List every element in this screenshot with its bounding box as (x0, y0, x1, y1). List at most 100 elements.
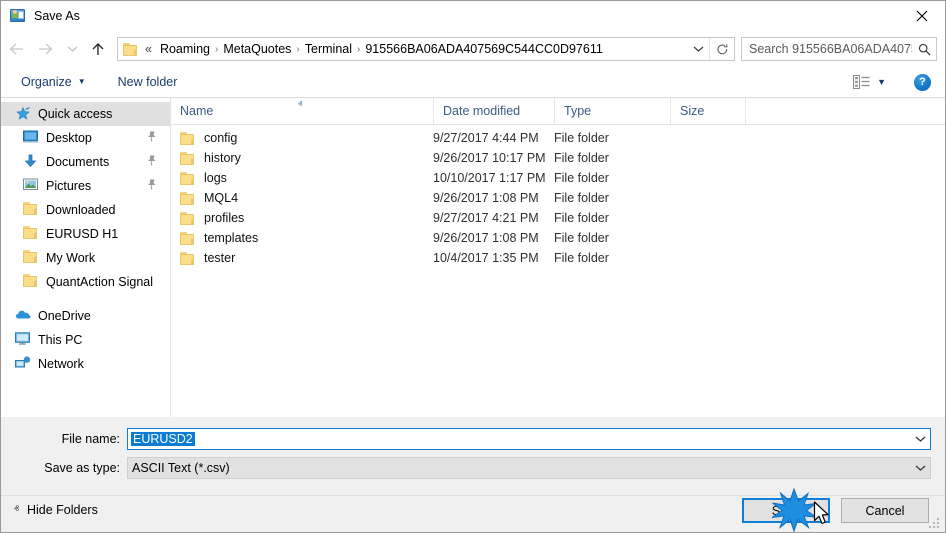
sidebar-item-pictures[interactable]: Pictures (1, 174, 170, 198)
sidebar-item-desktop[interactable]: Desktop (1, 126, 170, 150)
help-label: ? (919, 75, 926, 88)
folder-icon (180, 231, 196, 245)
save-as-type-select[interactable]: ASCII Text (*.csv) (127, 457, 931, 479)
new-folder-label: New folder (117, 75, 178, 89)
table-row[interactable]: tester 10/4/2017 1:35 PM File folder (171, 248, 945, 268)
save-as-type-value: ASCII Text (*.csv) (132, 461, 230, 475)
sidebar-item-onedrive[interactable]: OneDrive (1, 304, 170, 328)
sidebar-item-quick-access[interactable]: Quick access (1, 102, 170, 126)
sidebar-item-quantaction-signal[interactable]: QuantAction Signal (1, 270, 170, 294)
file-type-cell: File folder (554, 191, 609, 205)
table-row[interactable]: templates 9/26/2017 1:08 PM File folder (171, 228, 945, 248)
documents-download-icon (23, 154, 39, 170)
table-row[interactable]: logs 10/10/2017 1:17 PM File folder (171, 168, 945, 188)
breadcrumb-lead[interactable]: « (141, 42, 156, 56)
forward-button[interactable] (31, 35, 61, 63)
search-input[interactable]: Search 915566BA06ADA40756... (742, 42, 912, 56)
address-dropdown-button[interactable] (687, 45, 709, 53)
sidebar-item-this-pc[interactable]: This PC (1, 328, 170, 352)
file-name-row: File name: EURUSD2 (1, 428, 945, 450)
file-name-cell: history (171, 151, 433, 165)
cancel-button[interactable]: Cancel (841, 498, 929, 523)
save-as-type-row: Save as type: ASCII Text (*.csv) (1, 457, 945, 479)
file-date-cell: 10/10/2017 1:17 PM (433, 171, 546, 185)
column-header-label: Size (680, 104, 705, 118)
help-button[interactable]: ? (914, 73, 931, 91)
command-toolbar: Organize ▼ New folder ▼ ? (1, 67, 945, 98)
folder-icon (180, 251, 196, 265)
file-name-input[interactable]: EURUSD2 (127, 428, 931, 450)
file-name-label: history (204, 151, 241, 165)
sidebar-item-downloaded[interactable]: Downloaded (1, 198, 170, 222)
back-button[interactable] (1, 35, 31, 63)
sidebar-item-network[interactable]: Network (1, 352, 170, 376)
sidebar-item-label: This PC (38, 333, 83, 347)
hide-folders-button[interactable]: ⱏ Hide Folders (14, 503, 98, 517)
file-date-cell: 10/4/2017 1:35 PM (433, 251, 539, 265)
file-name-label: File name: (61, 432, 120, 446)
file-name-label: templates (204, 231, 259, 245)
breadcrumb-item-roaming[interactable]: Roaming (156, 42, 214, 56)
title-bar: Save As (1, 1, 945, 31)
table-row[interactable]: config 9/27/2017 4:44 PM File folder (171, 128, 945, 148)
save-as-app-icon (10, 8, 26, 24)
table-row[interactable]: profiles 9/27/2017 4:21 PM File folder (171, 208, 945, 228)
sidebar-item-label: My Work (46, 251, 96, 265)
file-name-cell: tester (171, 251, 433, 265)
chevron-down-icon (693, 46, 703, 52)
search-icon[interactable] (912, 43, 936, 56)
close-button[interactable] (899, 1, 945, 31)
chevron-down-icon[interactable] (911, 429, 930, 449)
resize-grip[interactable] (929, 518, 941, 530)
sidebar-item-label: Documents (46, 155, 110, 169)
table-row[interactable]: history 9/26/2017 10:17 PM File folder (171, 148, 945, 168)
up-button[interactable] (83, 35, 113, 63)
navigation-bar: « Roaming › MetaQuotes › Terminal › 9155… (1, 31, 945, 67)
pin-icon[interactable] (147, 131, 156, 145)
file-name-cell: MQL4 (171, 191, 433, 205)
file-type-cell: File folder (554, 211, 609, 225)
column-header-size[interactable]: Size (670, 98, 746, 124)
new-folder-button[interactable]: New folder (110, 71, 186, 93)
view-options-button[interactable]: ▼ (851, 75, 888, 89)
this-pc-icon (15, 332, 31, 348)
save-button[interactable]: Save (742, 498, 830, 523)
pin-icon[interactable] (147, 179, 156, 193)
sidebar-item-label: Downloaded (46, 203, 116, 217)
chevron-down-icon[interactable] (911, 458, 930, 478)
column-header-name[interactable]: Name ⱏ (171, 98, 433, 124)
hide-folders-label: Hide Folders (26, 503, 98, 517)
file-date-cell: 9/27/2017 4:21 PM (433, 211, 539, 225)
folder-icon (180, 171, 196, 185)
breadcrumb-item-terminal[interactable]: Terminal (301, 42, 356, 56)
organize-button[interactable]: Organize ▼ (13, 71, 94, 93)
navigation-sidebar[interactable]: Quick access Desktop Documents Pictures … (1, 98, 171, 417)
table-row[interactable]: MQL4 9/26/2017 1:08 PM File folder (171, 188, 945, 208)
column-header-label: Type (564, 104, 592, 118)
column-header-date-modified[interactable]: Date modified (433, 98, 554, 124)
network-icon (15, 356, 31, 372)
search-box[interactable]: Search 915566BA06ADA40756... (741, 37, 937, 61)
breadcrumb-item-metaquotes[interactable]: MetaQuotes (219, 42, 295, 56)
column-header-type[interactable]: Type (554, 98, 670, 124)
sidebar-item-my-work[interactable]: My Work (1, 246, 170, 270)
recent-locations-button[interactable] (61, 35, 83, 63)
file-list-rows: config 9/27/2017 4:44 PM File folder his… (171, 125, 945, 268)
address-bar[interactable]: « Roaming › MetaQuotes › Terminal › 9155… (117, 37, 735, 61)
file-date-cell: 9/26/2017 1:08 PM (433, 191, 539, 205)
pictures-icon (23, 178, 39, 194)
sidebar-item-documents[interactable]: Documents (1, 150, 170, 174)
breadcrumb-item-guid[interactable]: 915566BA06ADA407569C544CC0D97611 (361, 42, 606, 56)
refresh-button[interactable] (709, 38, 734, 60)
file-type-cell: File folder (554, 151, 609, 165)
save-as-type-label: Save as type: (44, 461, 120, 475)
back-arrow-icon (9, 43, 23, 55)
up-arrow-icon (92, 42, 104, 55)
cancel-button-label: Cancel (865, 503, 905, 518)
star-pin-icon (15, 106, 31, 122)
sidebar-item-eurusd-h1[interactable]: EURUSD H1 (1, 222, 170, 246)
pin-icon[interactable] (147, 155, 156, 169)
folder-icon (180, 131, 196, 145)
sidebar-item-label: QuantAction Signal (46, 275, 154, 289)
file-date-cell: 9/27/2017 4:44 PM (433, 131, 539, 145)
